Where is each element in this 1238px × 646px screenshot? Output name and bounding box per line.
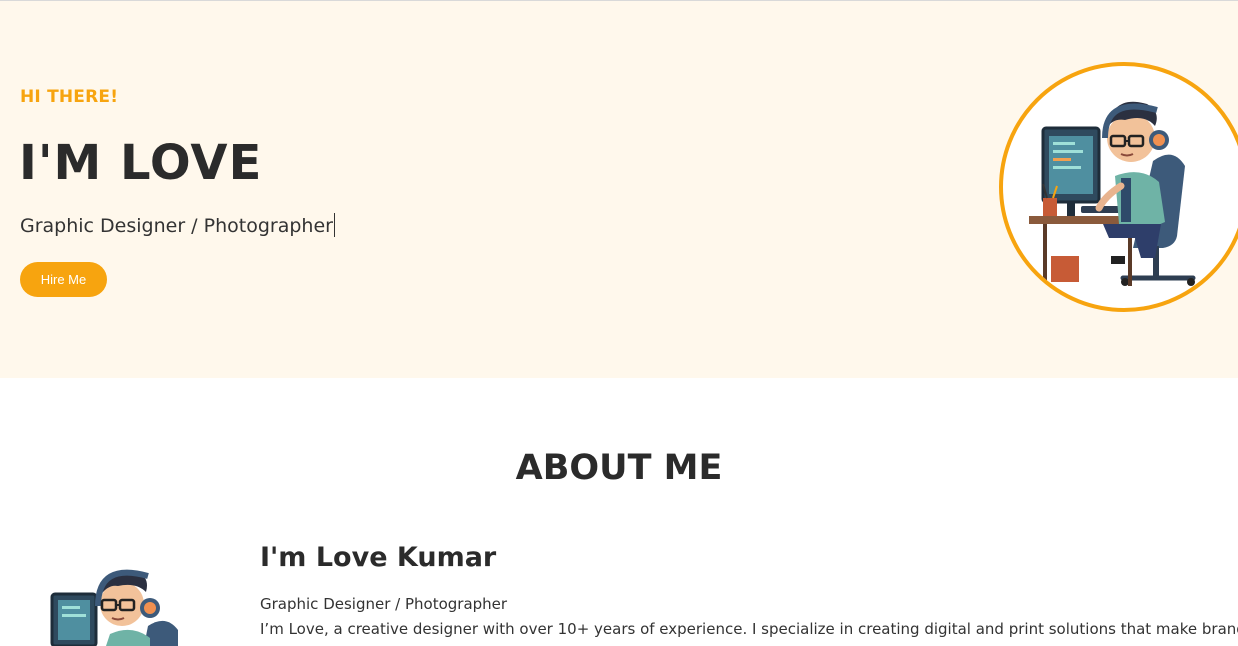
hero-role-line: Graphic Designer / Photographer xyxy=(20,213,335,239)
about-description: I’m Love, a creative designer with over … xyxy=(260,620,1238,638)
typing-cursor xyxy=(333,213,335,237)
hero-role: Graphic Designer / Photographer xyxy=(20,215,333,237)
hero-avatar xyxy=(999,62,1238,312)
about-avatar xyxy=(40,556,210,646)
hero-greeting: HI THERE! xyxy=(20,87,119,107)
about-name: I'm Love Kumar xyxy=(260,542,497,573)
hire-me-button[interactable]: Hire Me xyxy=(20,262,107,297)
developer-illustration-icon xyxy=(1029,101,1196,286)
developer-illustration-icon xyxy=(50,569,178,646)
about-role: Graphic Designer / Photographer xyxy=(260,595,508,613)
about-title: ABOUT ME xyxy=(515,448,723,488)
hero-section: HI THERE! I'M LOVE Graphic Designer / Ph… xyxy=(0,1,1238,378)
hero-name: I'M LOVE xyxy=(19,135,263,191)
